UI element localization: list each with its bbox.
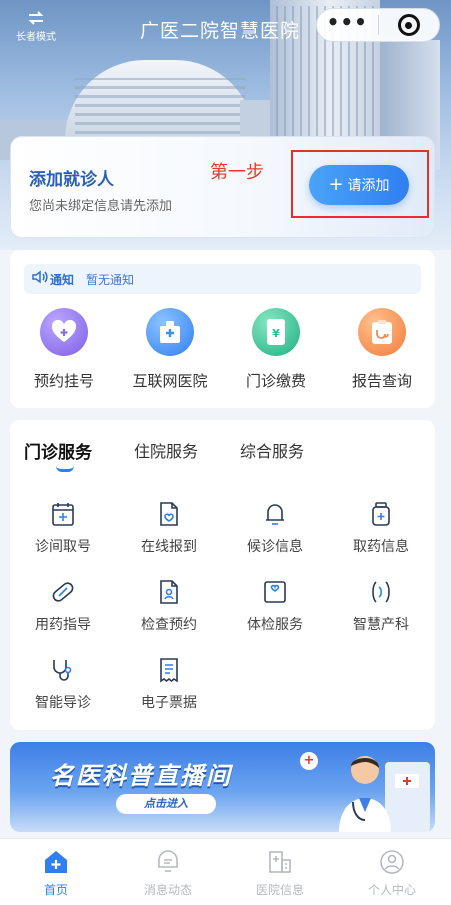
payment-phone-icon: ¥ bbox=[252, 308, 300, 356]
service-item-label: 用药指导 bbox=[35, 617, 91, 633]
banner-title: 名医科普直播间 bbox=[50, 762, 232, 790]
service-item-clinic-ticket[interactable]: 诊间取号 bbox=[18, 500, 108, 556]
quick-item-label: 门诊缴费 bbox=[245, 372, 306, 390]
service-item-label: 诊间取号 bbox=[35, 539, 91, 555]
service-item-maternity[interactable]: 智慧产科 bbox=[336, 578, 426, 634]
live-stream-banner[interactable]: 名医科普直播间 点击进入 + bbox=[10, 742, 435, 832]
switch-arrows-icon bbox=[14, 8, 58, 32]
user-profile-icon bbox=[377, 847, 407, 877]
bell-icon bbox=[261, 500, 289, 528]
quick-item-label: 互联网医院 bbox=[132, 372, 208, 390]
tab-outpatient[interactable]: 门诊服务 bbox=[24, 438, 92, 463]
service-item-waiting-info[interactable]: 候诊信息 bbox=[230, 500, 320, 556]
active-tab-indicator bbox=[56, 466, 74, 472]
home-plus-icon bbox=[41, 847, 71, 877]
receipt-icon bbox=[155, 656, 183, 684]
service-item-medicine-pickup[interactable]: 取药信息 bbox=[336, 500, 426, 556]
notice-bar[interactable]: 通知 暂无通知 bbox=[24, 264, 421, 294]
quick-item-internet-hospital[interactable]: 互联网医院 bbox=[120, 308, 220, 391]
maternity-icon bbox=[367, 578, 395, 606]
step-annotation: 第一步 bbox=[210, 162, 264, 183]
service-item-medication-guide[interactable]: 用药指导 bbox=[18, 578, 108, 634]
quick-item-payment[interactable]: ¥ 门诊缴费 bbox=[226, 308, 326, 391]
add-patient-title: 添加就诊人 bbox=[29, 170, 114, 190]
notice-label: 通知 bbox=[50, 272, 75, 287]
calendar-plus-icon bbox=[49, 500, 77, 528]
service-item-label: 体检服务 bbox=[247, 617, 303, 633]
document-person-icon bbox=[155, 578, 183, 606]
quick-item-report[interactable]: 报告查询 bbox=[332, 308, 432, 391]
add-patient-button[interactable]: + 请添加 bbox=[309, 165, 409, 205]
service-item-label: 候诊信息 bbox=[247, 539, 303, 555]
service-item-checkup[interactable]: 体检服务 bbox=[230, 578, 320, 634]
notice-text: 暂无通知 bbox=[86, 272, 135, 287]
tab-home[interactable]: 首页 bbox=[0, 847, 112, 898]
service-item-label: 智能导诊 bbox=[35, 695, 91, 711]
elder-mode-toggle[interactable]: 长者模式 bbox=[14, 8, 58, 44]
tab-label: 医院信息 bbox=[255, 883, 304, 897]
tab-label: 首页 bbox=[43, 883, 68, 897]
report-clipboard-icon bbox=[358, 308, 406, 356]
quick-item-label: 预约挂号 bbox=[33, 372, 94, 390]
checkup-frame-icon bbox=[261, 578, 289, 606]
service-item-label: 取药信息 bbox=[353, 539, 409, 555]
mini-program-capsule: ••• bbox=[316, 8, 440, 42]
service-item-label: 电子票据 bbox=[141, 695, 197, 711]
app-title: 广医二院智慧医院 bbox=[139, 20, 300, 42]
elder-mode-label: 长者模式 bbox=[16, 32, 56, 43]
tab-label: 个人中心 bbox=[367, 883, 416, 897]
plus-icon: + bbox=[328, 174, 344, 195]
service-item-check-in[interactable]: 在线报到 bbox=[124, 500, 214, 556]
hospital-info-icon bbox=[265, 847, 295, 877]
medical-cross-icon: + bbox=[300, 752, 318, 770]
banner-enter-button[interactable]: 点击进入 bbox=[116, 794, 216, 814]
document-heart-icon bbox=[155, 500, 183, 528]
service-item-exam-booking[interactable]: 检查预约 bbox=[124, 578, 214, 634]
service-item-label: 在线报到 bbox=[141, 539, 197, 555]
bottom-tab-bar: 首页 消息动态 医院信息 个人中心 bbox=[0, 838, 451, 905]
quick-actions-card: 通知 暂无通知 预约挂号 互联网医院 ¥ 门诊缴费 报告查询 bbox=[10, 250, 435, 408]
heart-plus-icon bbox=[40, 308, 88, 356]
services-card: 门诊服务 住院服务 综合服务 诊间取号 在线报到 候诊信息 取药信息 用药指导 bbox=[10, 420, 435, 730]
tab-messages[interactable]: 消息动态 bbox=[112, 847, 224, 898]
speaker-icon bbox=[32, 270, 48, 288]
tab-label: 消息动态 bbox=[143, 883, 192, 897]
service-item-smart-guide[interactable]: 智能导诊 bbox=[18, 656, 108, 712]
add-patient-button-label: 请添加 bbox=[347, 178, 390, 194]
service-item-label: 检查预约 bbox=[141, 617, 197, 633]
medicine-bottle-icon bbox=[367, 500, 395, 528]
tab-inpatient[interactable]: 住院服务 bbox=[134, 438, 198, 462]
service-item-e-receipt[interactable]: 电子票据 bbox=[124, 656, 214, 712]
tab-profile[interactable]: 个人中心 bbox=[336, 847, 448, 898]
background-building bbox=[65, 60, 255, 140]
more-dots-icon[interactable]: ••• bbox=[317, 12, 378, 32]
quick-item-label: 报告查询 bbox=[351, 372, 412, 390]
hospital-building-icon bbox=[146, 308, 194, 356]
service-item-label: 智慧产科 bbox=[353, 617, 409, 633]
tab-hospital-info[interactable]: 医院信息 bbox=[224, 847, 336, 898]
tab-general[interactable]: 综合服务 bbox=[240, 438, 304, 462]
pill-icon bbox=[49, 578, 77, 606]
target-close-icon[interactable] bbox=[379, 14, 440, 36]
message-bubble-icon bbox=[153, 847, 183, 877]
svg-text:¥: ¥ bbox=[272, 327, 280, 340]
add-patient-subtitle: 您尚未绑定信息请先添加 bbox=[29, 199, 173, 214]
quick-item-appointment[interactable]: 预约挂号 bbox=[14, 308, 114, 391]
doctor-illustration bbox=[339, 756, 430, 832]
stethoscope-icon bbox=[49, 656, 77, 684]
